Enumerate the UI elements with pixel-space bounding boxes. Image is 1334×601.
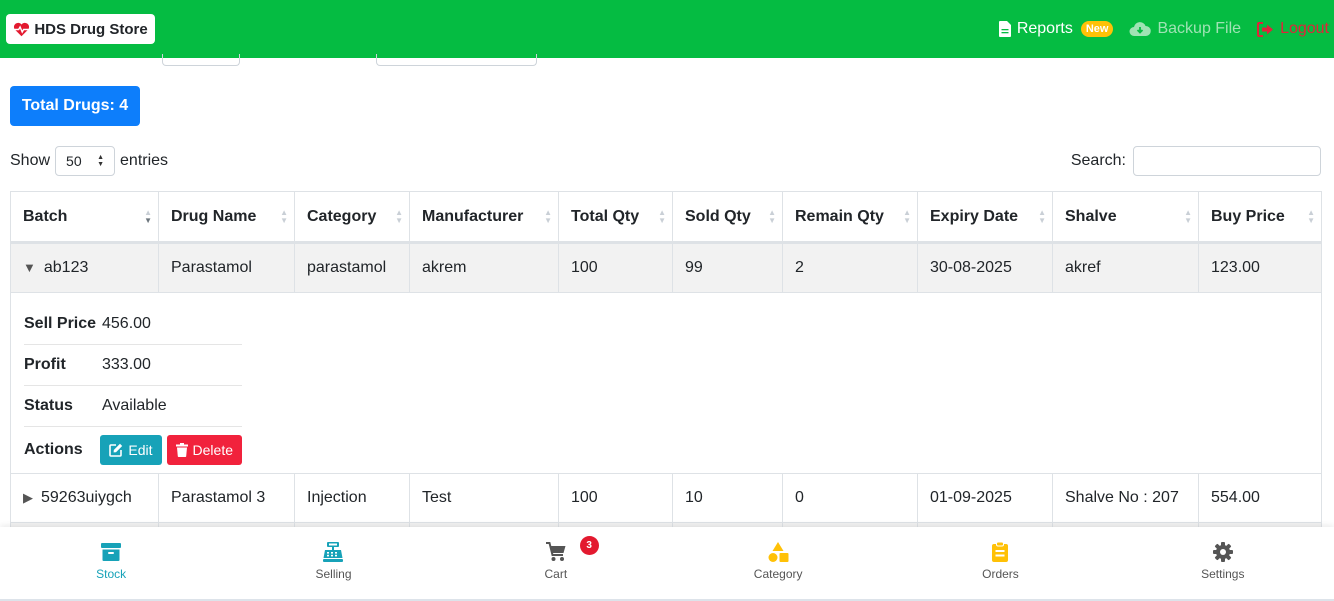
table-cell: akrem bbox=[409, 242, 559, 293]
table-search: Search: bbox=[1071, 146, 1321, 176]
clipboard-list-icon bbox=[992, 541, 1009, 562]
reports-link[interactable]: Reports New bbox=[998, 20, 1114, 38]
table-cell: parastamol bbox=[294, 242, 410, 293]
nav-category[interactable]: Category bbox=[667, 527, 889, 599]
entries-value: 50 bbox=[66, 153, 82, 169]
brand-name: HDS Drug Store bbox=[34, 20, 148, 38]
nav-cart[interactable]: Cart 3 bbox=[445, 527, 667, 599]
table-header-row: Batch ▲ ▼ Drug Name ▲ ▼ Category ▲ ▼ Manufa… bbox=[10, 191, 1322, 244]
table-cell: 99 bbox=[672, 242, 783, 293]
sort-icon: ▲ ▼ bbox=[658, 208, 666, 225]
details-cell: Sell Price 456.00 Profit 333.00 Status A… bbox=[10, 292, 1322, 474]
table-cell: 100 bbox=[558, 473, 673, 523]
nav-settings[interactable]: Settings bbox=[1112, 527, 1334, 599]
table-cell: akref bbox=[1052, 242, 1199, 293]
table-cell: ▼ ab123 bbox=[10, 242, 159, 293]
table-cell: 100 bbox=[558, 242, 673, 293]
cart-icon bbox=[545, 542, 566, 561]
column-header[interactable]: Expiry Date ▲ ▼ bbox=[917, 191, 1053, 244]
sort-desc-icon: ▲ ▼ bbox=[144, 208, 152, 225]
sort-icon: ▲ ▼ bbox=[544, 208, 552, 225]
column-header[interactable]: Category ▲ ▼ bbox=[294, 191, 410, 244]
cash-register-icon bbox=[323, 542, 344, 562]
backup-label: Backup File bbox=[1157, 20, 1242, 37]
sort-icon: ▲ ▼ bbox=[1038, 208, 1046, 225]
sort-icon: ▲ ▼ bbox=[1184, 208, 1192, 225]
sort-icon: ▲ ▼ bbox=[395, 208, 403, 225]
brand-logo[interactable]: HDS Drug Store bbox=[6, 14, 155, 44]
collapse-caret-icon[interactable]: ▼ bbox=[23, 260, 36, 275]
sort-icon: ▲ ▼ bbox=[1307, 208, 1315, 225]
logout-link[interactable]: Logout bbox=[1257, 20, 1329, 38]
table-row[interactable]: ▶ 59263uiygch Parastamol 3 Injection Test… bbox=[10, 473, 1322, 523]
show-label: Show bbox=[10, 152, 51, 169]
top-navbar: HDS Drug Store Reports New Backup File L bbox=[0, 0, 1334, 58]
partial-filter-field[interactable] bbox=[162, 54, 240, 66]
search-input[interactable] bbox=[1133, 146, 1321, 176]
table-cell: Parastamol 3 bbox=[158, 473, 295, 523]
nav-stock[interactable]: Stock bbox=[0, 527, 222, 599]
edit-button[interactable]: Edit bbox=[100, 435, 162, 465]
edit-icon bbox=[109, 443, 123, 457]
column-header[interactable]: Manufacturer ▲ ▼ bbox=[409, 191, 559, 244]
column-header[interactable]: Shalve ▲ ▼ bbox=[1052, 191, 1199, 244]
sort-icon: ▲ ▼ bbox=[280, 208, 288, 225]
select-arrows-icon: ▲ ▼ bbox=[97, 154, 105, 168]
table-cell: 01-09-2025 bbox=[917, 473, 1053, 523]
total-drugs-button[interactable]: Total Drugs: 4 bbox=[10, 86, 140, 126]
entries-select[interactable]: 50 ▲ ▼ bbox=[55, 146, 116, 176]
logout-label: Logout bbox=[1280, 20, 1329, 37]
column-header[interactable]: Total Qty ▲ ▼ bbox=[558, 191, 673, 244]
table-cell: 2 bbox=[782, 242, 918, 293]
nav-selling[interactable]: Selling bbox=[222, 527, 444, 599]
table-cell: ▶ 59263uiygch bbox=[10, 473, 159, 523]
entries-length-control: Show 50 ▲ ▼ entries bbox=[10, 146, 168, 176]
table-cell: Injection bbox=[294, 473, 410, 523]
table-cell: 554.00 bbox=[1198, 473, 1322, 523]
detail-profit: Profit 333.00 bbox=[24, 345, 242, 386]
sign-out-icon bbox=[1257, 21, 1274, 37]
details-list: Sell Price 456.00 Profit 333.00 Status A… bbox=[24, 304, 242, 473]
cloud-download-icon bbox=[1129, 22, 1152, 36]
detail-sell-price: Sell Price 456.00 bbox=[24, 304, 242, 345]
detail-actions: Actions Edit Delete bbox=[24, 427, 242, 473]
archive-icon bbox=[101, 543, 122, 561]
new-badge: New bbox=[1080, 21, 1114, 37]
backup-file-link[interactable]: Backup File bbox=[1129, 20, 1241, 38]
nav-orders[interactable]: Orders bbox=[889, 527, 1111, 599]
detail-status: Status Available bbox=[24, 386, 242, 427]
search-label: Search: bbox=[1070, 152, 1126, 169]
table-cell: 10 bbox=[672, 473, 783, 523]
table-cell: Parastamol bbox=[158, 242, 295, 293]
column-header[interactable]: Sold Qty ▲ ▼ bbox=[672, 191, 783, 244]
shapes-icon bbox=[768, 542, 789, 562]
column-header[interactable]: Remain Qty ▲ ▼ bbox=[782, 191, 918, 244]
table-cell: Test bbox=[409, 473, 559, 523]
column-header[interactable]: Buy Price ▲ ▼ bbox=[1198, 191, 1322, 244]
column-header[interactable]: Drug Name ▲ ▼ bbox=[158, 191, 295, 244]
cart-count-badge: 3 bbox=[579, 536, 599, 555]
bottom-navigation: Stock Selling Cart 3 Category Orders Set… bbox=[0, 527, 1334, 601]
table-cell: 123.00 bbox=[1198, 242, 1322, 293]
gear-icon bbox=[1212, 542, 1233, 562]
trash-icon bbox=[175, 443, 188, 457]
nav-links: Reports New Backup File Logout bbox=[998, 18, 1334, 40]
partial-filter-field[interactable] bbox=[376, 54, 537, 66]
expand-caret-icon[interactable]: ▶ bbox=[23, 490, 33, 505]
table-row[interactable]: ▼ ab123 Parastamol parastamol akrem 100 9… bbox=[10, 242, 1322, 293]
table-cell: 0 bbox=[782, 473, 918, 523]
delete-button[interactable]: Delete bbox=[166, 435, 242, 465]
entries-label: entries bbox=[120, 152, 169, 169]
table-cell: 30-08-2025 bbox=[917, 242, 1053, 293]
sort-icon: ▲ ▼ bbox=[903, 208, 911, 225]
child-details-row: Sell Price 456.00 Profit 333.00 Status A… bbox=[10, 292, 1322, 474]
file-icon bbox=[998, 21, 1011, 37]
sort-icon: ▲ ▼ bbox=[768, 208, 776, 225]
column-header[interactable]: Batch ▲ ▼ bbox=[10, 191, 159, 244]
table-cell: Shalve No : 207 bbox=[1052, 473, 1199, 523]
heartbeat-icon bbox=[14, 22, 30, 36]
reports-label: Reports bbox=[1016, 20, 1073, 37]
drugs-table: Batch ▲ ▼ Drug Name ▲ ▼ Category ▲ ▼ Manufa… bbox=[10, 191, 1322, 572]
